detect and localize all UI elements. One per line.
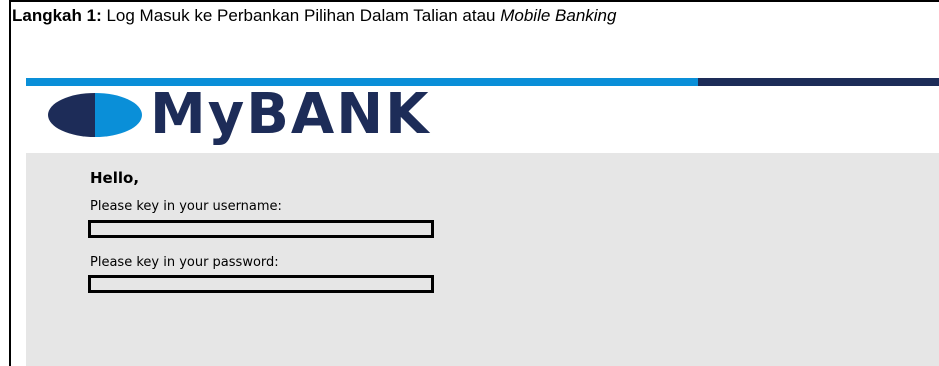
username-label: Please key in your username: — [90, 199, 282, 214]
step-title: Langkah 1: Log Masuk ke Perbankan Piliha… — [12, 6, 616, 26]
step-text-italic: Mobile Banking — [500, 6, 617, 25]
logo-mark-icon — [48, 93, 142, 137]
greeting: Hello, — [90, 169, 140, 187]
bank-name: MyBANK — [150, 82, 431, 147]
login-panel: Hello, Please key in your username: Plea… — [26, 153, 939, 366]
password-label: Please key in your password: — [90, 255, 279, 270]
step-number: Langkah 1: — [12, 6, 102, 25]
header-bar-navy — [698, 78, 939, 86]
username-input[interactable] — [88, 220, 434, 238]
password-input[interactable] — [88, 275, 434, 293]
step-text: Log Masuk ke Perbankan Pilihan Dalam Tal… — [101, 6, 501, 25]
